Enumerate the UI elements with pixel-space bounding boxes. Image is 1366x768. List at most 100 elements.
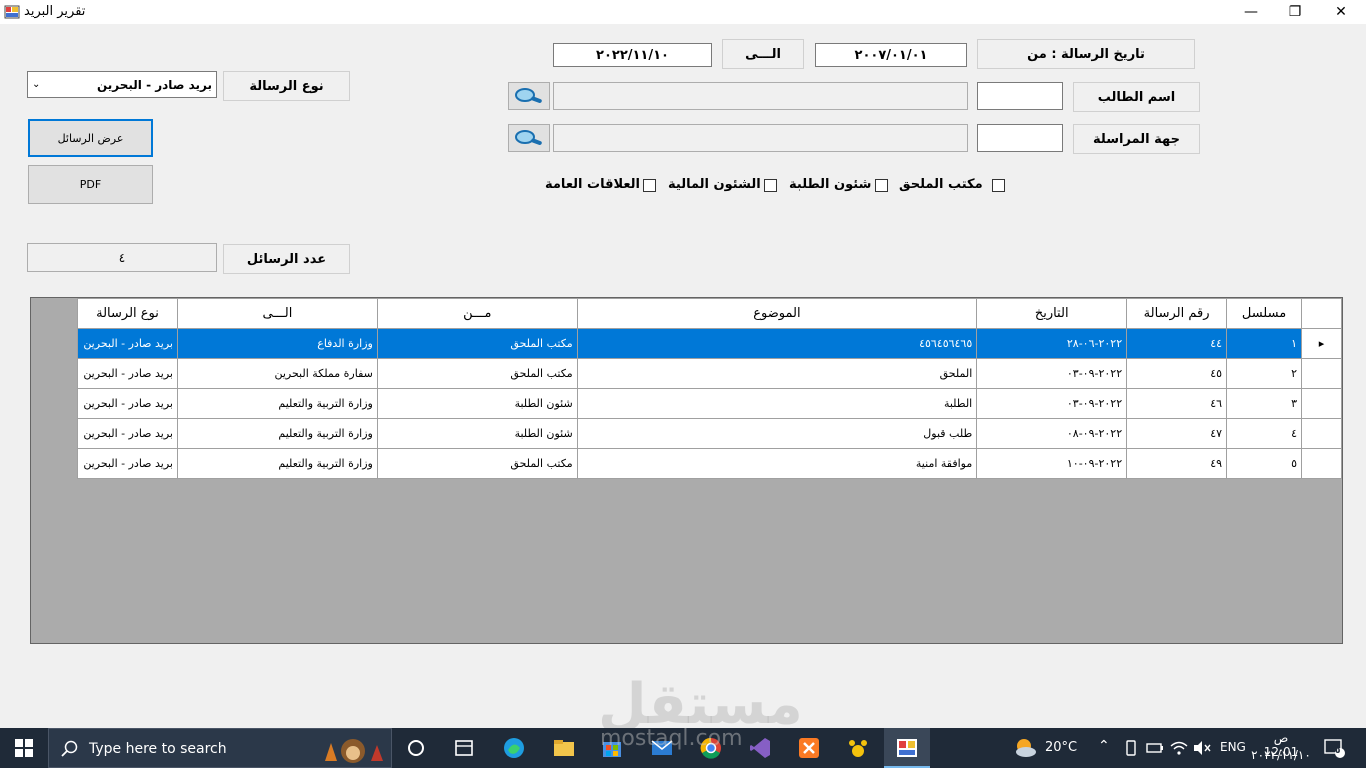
cell-to[interactable]: وزارة التربية والتعليم	[176, 388, 378, 419]
cell-type[interactable]: بريد صادر - البحرين	[77, 448, 178, 479]
clock-date[interactable]: ٢٠٢٢/١١/١٠	[1250, 748, 1312, 762]
cell-from[interactable]: مكتب الملحق	[376, 358, 578, 389]
col-header-number[interactable]: رقم الرسالة	[1126, 298, 1228, 329]
col-header-subject[interactable]: الموضوع	[576, 298, 978, 329]
checkbox-attache-office[interactable]	[992, 179, 1005, 192]
cell-serial[interactable]: ٤	[1226, 418, 1302, 449]
cell-from[interactable]: مكتب الملحق	[376, 328, 578, 359]
cell-subject[interactable]: الطلبة	[576, 388, 978, 419]
col-header-from[interactable]: مـــن	[376, 298, 578, 329]
checkbox-student-affairs-label: شئون الطلبة	[789, 177, 872, 192]
minimize-button[interactable]: —	[1228, 0, 1274, 24]
search-placeholder: Type here to search	[89, 741, 227, 757]
cell-type[interactable]: بريد صادر - البحرين	[77, 388, 178, 419]
cell-type[interactable]: بريد صادر - البحرين	[77, 328, 178, 359]
cell-from[interactable]: شئون الطلبة	[376, 388, 578, 419]
col-header-to[interactable]: الـــى	[176, 298, 378, 329]
cell-type[interactable]: بريد صادر - البحرين	[77, 358, 178, 389]
magnifier-icon	[515, 88, 542, 103]
row-selector[interactable]	[1301, 418, 1342, 449]
student-search-button[interactable]	[508, 82, 550, 110]
cell-subject[interactable]: طلب قبول	[576, 418, 978, 449]
cell-number[interactable]: ٤٥	[1126, 358, 1228, 389]
student-code-input[interactable]	[977, 82, 1063, 110]
cell-date[interactable]: ٢٠٢٢-٠٦-٢٨	[976, 328, 1128, 359]
messages-grid: نوع الرسالة الـــى مـــن الموضوع التاريخ…	[30, 297, 1343, 644]
cell-from[interactable]: شئون الطلبة	[376, 418, 578, 449]
date-from-label: تاريخ الرسالة : من	[977, 39, 1195, 69]
table-header-row: نوع الرسالة الـــى مـــن الموضوع التاريخ…	[77, 298, 1342, 329]
message-type-label: نوع الرسالة	[223, 71, 350, 101]
col-header-type[interactable]: نوع الرسالة	[77, 298, 178, 329]
row-selector[interactable]	[1301, 448, 1342, 479]
widgets-icon[interactable]	[452, 736, 476, 760]
xampp-icon[interactable]	[797, 736, 821, 760]
cell-to[interactable]: وزارة التربية والتعليم	[176, 418, 378, 449]
taskbar-search-box[interactable]: Type here to search	[48, 728, 392, 768]
cell-number[interactable]: ٤٧	[1126, 418, 1228, 449]
table-row[interactable]: بريد صادر - البحرين وزارة التربية والتعل…	[77, 418, 1342, 449]
table-row[interactable]: بريد صادر - البحرين وزارة التربية والتعل…	[77, 388, 1342, 419]
paw-app-icon[interactable]	[846, 736, 870, 760]
cell-from[interactable]: مكتب الملحق	[376, 448, 578, 479]
cell-number[interactable]: ٤٤	[1126, 328, 1228, 359]
cell-to[interactable]: وزارة التربية والتعليم	[176, 448, 378, 479]
windows-start-icon[interactable]	[15, 739, 33, 757]
checkbox-public-relations-label: العلاقات العامة	[545, 177, 641, 192]
cell-date[interactable]: ٢٠٢٢-٠٩-٠٣	[976, 358, 1128, 389]
checkbox-financial-affairs-label: الشئون المالية	[668, 177, 761, 192]
cell-subject[interactable]: الملحق	[576, 358, 978, 389]
cell-subject[interactable]: ٤٥٦٤٥٦٤٦٥	[576, 328, 978, 359]
active-app-taskbar-button[interactable]	[884, 728, 930, 768]
checkbox-financial-affairs[interactable]	[764, 179, 777, 192]
cell-number[interactable]: ٤٦	[1126, 388, 1228, 419]
date-from-field[interactable]: ٢٠٠٧/٠١/٠١	[815, 43, 967, 67]
col-header-date[interactable]: التاريخ	[976, 298, 1128, 329]
checkbox-student-affairs[interactable]	[875, 179, 888, 192]
edge-icon[interactable]	[502, 736, 526, 760]
file-explorer-icon[interactable]	[552, 736, 576, 760]
cell-date[interactable]: ٢٠٢٢-٠٩-١٠	[976, 448, 1128, 479]
date-to-field[interactable]: ٢٠٢٢/١١/١٠	[553, 43, 712, 67]
cell-serial[interactable]: ٣	[1226, 388, 1302, 419]
weather-icon[interactable]	[1012, 736, 1038, 760]
correspondent-search-button[interactable]	[508, 124, 550, 152]
table-row[interactable]: بريد صادر - البحرين سفارة مملكة البحرين …	[77, 358, 1342, 389]
cell-date[interactable]: ٢٠٢٢-٠٩-٠٣	[976, 388, 1128, 419]
clock-ampm: ص	[1273, 731, 1289, 745]
notification-center-icon[interactable]	[1323, 738, 1345, 758]
close-button[interactable]: ✕	[1318, 0, 1364, 24]
task-view-icon[interactable]	[404, 736, 428, 760]
col-header-serial[interactable]: مسلسل	[1226, 298, 1302, 329]
checkbox-public-relations[interactable]	[643, 179, 656, 192]
restore-button[interactable]: ❐	[1272, 0, 1318, 24]
cell-date[interactable]: ٢٠٢٢-٠٩-٠٨	[976, 418, 1128, 449]
table-row[interactable]: بريد صادر - البحرين وزارة الدفاع مكتب ال…	[77, 328, 1342, 359]
message-type-select[interactable]: بريد صادر - البحرين ⌄	[27, 71, 217, 98]
cell-number[interactable]: ٤٩	[1126, 448, 1228, 479]
chevron-up-icon[interactable]: ⌃	[1098, 738, 1110, 754]
cell-type[interactable]: بريد صادر - البحرين	[77, 418, 178, 449]
search-icon	[61, 740, 78, 757]
table-row[interactable]: بريد صادر - البحرين وزارة التربية والتعل…	[77, 448, 1342, 479]
message-type-value: بريد صادر - البحرين	[96, 77, 212, 92]
language-indicator[interactable]: ENG	[1220, 740, 1246, 754]
battery-icon[interactable]	[1146, 741, 1164, 755]
row-selector-arrow-icon[interactable]: ▸	[1301, 328, 1342, 359]
device-icon[interactable]	[1124, 740, 1138, 756]
cell-serial[interactable]: ١	[1226, 328, 1302, 359]
pdf-button[interactable]: PDF	[28, 165, 153, 204]
app-icon	[4, 5, 20, 19]
cell-serial[interactable]: ٢	[1226, 358, 1302, 389]
cell-subject[interactable]: موافقة امنية	[576, 448, 978, 479]
show-messages-button[interactable]: عرض الرسائل	[28, 119, 153, 157]
cell-to[interactable]: وزارة الدفاع	[176, 328, 378, 359]
cell-serial[interactable]: ٥	[1226, 448, 1302, 479]
volume-muted-icon[interactable]	[1193, 740, 1211, 756]
cell-to[interactable]: سفارة مملكة البحرين	[176, 358, 378, 389]
row-selector[interactable]	[1301, 388, 1342, 419]
visual-studio-icon[interactable]	[748, 736, 772, 760]
wifi-icon[interactable]	[1170, 740, 1188, 756]
correspondent-code-input[interactable]	[977, 124, 1063, 152]
row-selector[interactable]	[1301, 358, 1342, 389]
